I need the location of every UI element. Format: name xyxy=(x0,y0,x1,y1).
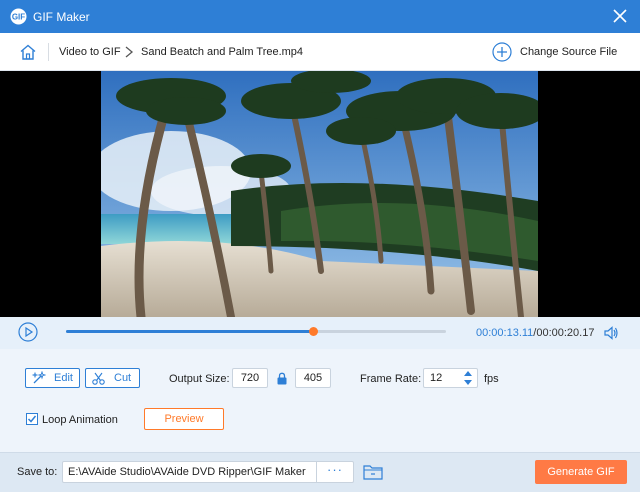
video-preview-area xyxy=(0,71,640,317)
preview-button[interactable]: Preview xyxy=(144,408,224,430)
magic-wand-icon xyxy=(31,371,46,384)
open-folder-icon[interactable] xyxy=(363,463,383,480)
svg-text:GIF: GIF xyxy=(12,13,25,22)
gif-maker-app-icon: GIF xyxy=(10,8,27,25)
title-bar: GIF GIF Maker xyxy=(0,0,640,33)
volume-icon[interactable] xyxy=(603,325,619,341)
loop-animation-label[interactable]: Loop Animation xyxy=(42,414,118,426)
breadcrumb-file-name: Sand Beatch and Palm Tree.mp4 xyxy=(141,46,304,58)
scissors-icon xyxy=(92,372,105,385)
edit-label: Edit xyxy=(54,372,73,384)
plus-circle-icon xyxy=(492,42,512,62)
home-icon[interactable] xyxy=(19,43,37,61)
current-time: 00:00:13.11 xyxy=(476,327,534,339)
frame-rate-value: 12 xyxy=(430,372,443,384)
generate-gif-button[interactable]: Generate GIF xyxy=(535,460,627,484)
save-to-label: Save to: xyxy=(17,466,58,478)
player-controls: 00:00:13.11/00:00:20.17 xyxy=(0,317,640,349)
output-width-input[interactable]: 720 xyxy=(232,368,268,388)
progress-fill xyxy=(66,330,313,333)
cut-label: Cut xyxy=(114,372,132,384)
lock-icon[interactable] xyxy=(276,372,288,385)
progress-track[interactable] xyxy=(66,327,446,336)
save-path-field[interactable]: E:\AVAide Studio\AVAide DVD Ripper\GIF M… xyxy=(62,461,354,483)
frame-rate-stepper[interactable]: 12 xyxy=(423,368,478,388)
breadcrumb-bar: Video to GIF Sand Beatch and Palm Tree.m… xyxy=(0,33,640,71)
window-title: GIF Maker xyxy=(33,10,90,24)
gif-settings-panel: Edit Cut Output Size: 720 405 Frame Rate… xyxy=(0,349,640,452)
loop-animation-checkbox[interactable] xyxy=(26,413,38,425)
nav-divider xyxy=(48,43,49,61)
close-icon[interactable] xyxy=(610,6,630,26)
total-time: /00:00:20.17 xyxy=(533,327,595,339)
change-source-file-label: Change Source File xyxy=(520,46,618,58)
save-path-value: E:\AVAide Studio\AVAide DVD Ripper\GIF M… xyxy=(68,466,306,478)
output-size-label: Output Size: xyxy=(169,373,230,385)
save-bar: Save to: E:\AVAide Studio\AVAide DVD Rip… xyxy=(0,452,640,492)
checkmark-icon xyxy=(27,415,37,423)
frame-rate-label: Frame Rate: xyxy=(360,373,422,385)
fps-label: fps xyxy=(484,373,499,385)
progress-handle[interactable] xyxy=(309,327,318,336)
chevron-right-icon xyxy=(125,46,134,58)
play-icon[interactable] xyxy=(18,322,38,342)
cut-button[interactable]: Cut xyxy=(85,368,140,388)
breadcrumb-video-to-gif[interactable]: Video to GIF xyxy=(59,46,121,58)
browse-path-button[interactable]: ··· xyxy=(316,462,353,482)
time-readout: 00:00:13.11/00:00:20.17 xyxy=(476,327,594,339)
stepper-up-icon[interactable] xyxy=(464,371,472,376)
edit-button[interactable]: Edit xyxy=(25,368,80,388)
beach-palm-tree-image xyxy=(101,71,538,317)
output-height-input[interactable]: 405 xyxy=(295,368,331,388)
video-frame xyxy=(101,71,538,317)
stepper-down-icon[interactable] xyxy=(464,380,472,385)
